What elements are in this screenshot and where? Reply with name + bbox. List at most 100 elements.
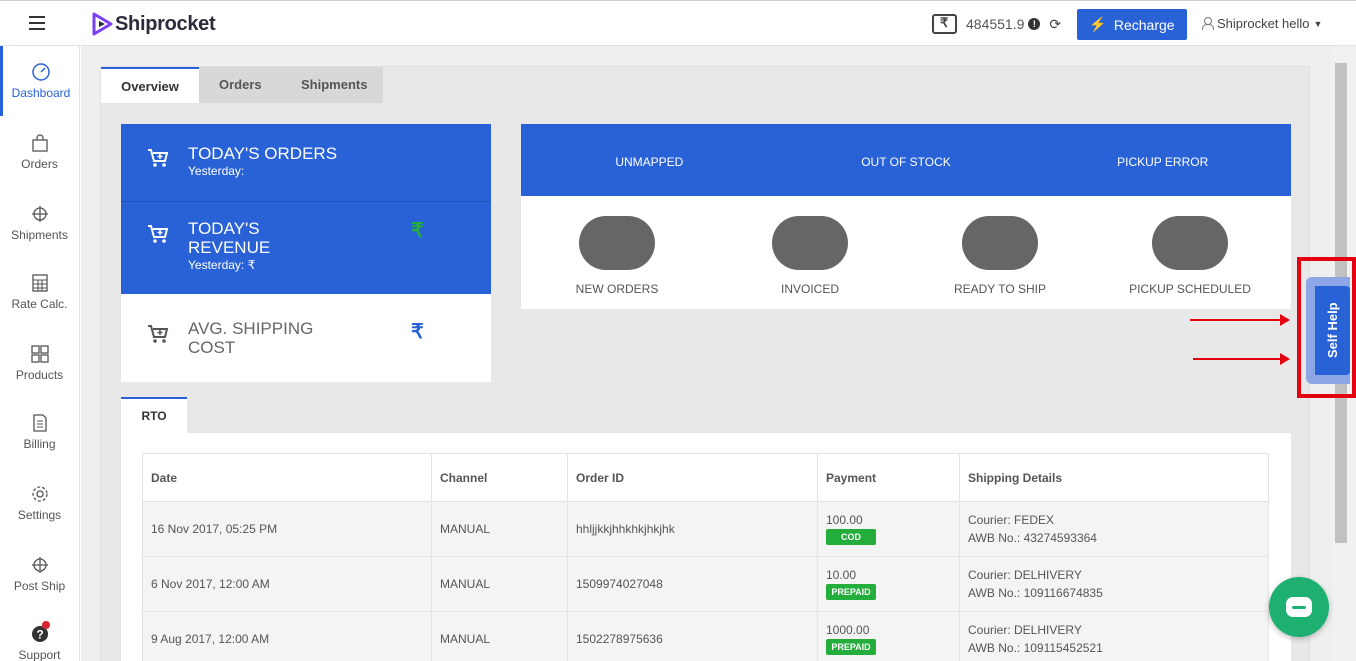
column-header-payment: Payment	[817, 453, 960, 502]
courier-name: Courier: DELHIVERY	[968, 568, 1082, 582]
status-badge: PREPAID	[826, 639, 876, 655]
tab-rto[interactable]: RTO	[121, 397, 187, 434]
table-row[interactable]: 6 Nov 2017, 12:00 AM MANUAL 150997402704…	[142, 556, 1269, 612]
info-icon[interactable]: !	[1028, 18, 1041, 30]
tab-overview[interactable]: Overview	[101, 67, 199, 103]
sidebar-item-label: Support	[18, 648, 61, 661]
sidebar-item-dashboard[interactable]: Dashboard	[0, 46, 79, 116]
revenue-title-line1: TODAY'S	[188, 219, 260, 238]
cell-channel: MANUAL	[431, 556, 568, 612]
cell-order-id[interactable]: 1502278975636	[567, 611, 818, 661]
notification-dot	[42, 621, 50, 629]
cell-shipping-details: Courier: FEDEX AWB No.: 43274593364	[959, 501, 1269, 557]
top-header: Shiprocket 484551.9 ! ⟳ ⚡ Recharge Shipr…	[0, 0, 1356, 46]
cell-date: 6 Nov 2017, 12:00 AM	[142, 556, 432, 612]
column-header-shipping-details: Shipping Details	[959, 453, 1269, 502]
sidebar-item-label: Billing	[23, 437, 56, 451]
pickup-scheduled-label: PICKUP SCHEDULED	[1129, 282, 1251, 296]
status-badge: PREPAID	[826, 584, 876, 600]
sidebar-item-shipments[interactable]: Shipments	[0, 188, 79, 258]
recharge-button[interactable]: ⚡ Recharge	[1077, 9, 1187, 40]
cell-payment: 10.00 PREPAID	[817, 556, 960, 612]
chat-button[interactable]	[1269, 577, 1329, 637]
wallet-balance: 484551.9	[966, 16, 1025, 32]
new-orders-pill[interactable]	[579, 216, 655, 270]
sidebar-item-label: Shipments	[11, 228, 68, 242]
sidebar-item-products[interactable]: Products	[0, 328, 79, 398]
avg-shipping-title: AVG. SHIPPING COST	[188, 319, 313, 357]
user-menu[interactable]: Shiprocket hello ▼	[1201, 16, 1322, 31]
table-row[interactable]: 16 Nov 2017, 05:25 PM MANUAL hhljjkkjhhk…	[142, 501, 1269, 557]
payment-amount: 1000.00	[826, 623, 870, 637]
grid-icon	[30, 345, 49, 363]
sidebar-item-label: Settings	[17, 508, 62, 522]
sidebar-item-rate-calc[interactable]: Rate Calc.	[0, 257, 79, 327]
payment-amount: 10.00	[826, 568, 857, 582]
status-pickup-error[interactable]: PICKUP ERROR	[1034, 124, 1291, 196]
wallet: 484551.9 ! ⟳	[932, 14, 1061, 34]
cell-date: 9 Aug 2017, 12:00 AM	[142, 611, 432, 661]
avg-shipping-line1: AVG. SHIPPING	[188, 319, 314, 338]
crosshair-icon	[31, 557, 48, 573]
cell-order-id[interactable]: 1509974027048	[567, 556, 818, 612]
refresh-icon[interactable]: ⟳	[1049, 16, 1061, 33]
courier-name: Courier: DELHIVERY	[968, 623, 1082, 637]
sidebar-item-settings[interactable]: Settings	[0, 468, 79, 538]
cell-shipping-details: Courier: DELHIVERY AWB No.: 109115452521	[959, 611, 1269, 661]
status-out-of-stock[interactable]: OUT OF STOCK	[778, 124, 1035, 196]
user-name: Shiprocket hello	[1217, 16, 1310, 31]
payment-amount: 100.00	[826, 513, 863, 527]
awb-number: AWB No.: 109115452521	[968, 641, 1103, 655]
sidebar-item-billing[interactable]: Billing	[0, 397, 79, 467]
lightning-icon: ⚡	[1089, 16, 1107, 32]
invoiced-pill[interactable]	[772, 216, 848, 270]
revenue-title-line2: REVENUE	[188, 238, 271, 257]
table-row[interactable]: 9 Aug 2017, 12:00 AM MANUAL 150227897563…	[142, 611, 1269, 661]
todays-orders-card: TODAY'S ORDERS Yesterday:	[121, 124, 491, 202]
sidebar-item-label: Rate Calc.	[11, 297, 68, 311]
avg-shipping-line2: COST	[188, 338, 236, 357]
sidebar-item-support[interactable]: ? Support	[0, 608, 79, 661]
brand-name: Shiprocket	[115, 12, 216, 35]
sidebar-item-orders[interactable]: Orders	[0, 117, 79, 187]
sidebar-item-label: Orders	[21, 157, 58, 171]
cell-order-id[interactable]: hhljjkkjhhkhkjhkjhk	[567, 501, 818, 557]
cart-plus-icon	[148, 225, 169, 243]
table-header-row: Date Channel Order ID Payment Shipping D…	[142, 453, 1269, 502]
todays-orders-yesterday: Yesterday:	[188, 164, 245, 178]
hamburger-menu-icon[interactable]	[29, 16, 45, 30]
status-pill-grid: NEW ORDERS INVOICED READY TO SHIP PICKUP…	[521, 196, 1291, 309]
todays-revenue-yesterday: Yesterday: ₹	[188, 258, 256, 272]
sidebar-item-label: Products	[15, 368, 64, 382]
courier-name: Courier: FEDEX	[968, 513, 1055, 527]
order-status-box: UNMAPPED OUT OF STOCK PICKUP ERROR NEW O…	[521, 124, 1291, 309]
avg-shipping-card: AVG. SHIPPING COST ₹	[121, 294, 491, 382]
shiprocket-logo[interactable]: Shiprocket	[91, 12, 216, 36]
column-header-channel: Channel	[431, 453, 568, 502]
status-unmapped[interactable]: UNMAPPED	[521, 124, 778, 196]
wallet-icon	[932, 14, 957, 34]
sidebar-item-label: Post Ship	[13, 579, 66, 593]
tab-shipments[interactable]: Shipments	[281, 67, 383, 103]
sidebar-item-label: Dashboard	[11, 86, 71, 100]
awb-number: AWB No.: 109116674835	[968, 586, 1103, 600]
chat-bubble-icon	[1286, 597, 1312, 617]
annotation-arrow-icon	[1193, 353, 1290, 365]
column-header-order-id: Order ID	[567, 453, 818, 502]
cell-date: 16 Nov 2017, 05:25 PM	[142, 501, 432, 557]
tab-orders[interactable]: Orders	[199, 67, 281, 103]
pickup-scheduled-pill[interactable]	[1152, 216, 1228, 270]
dashboard-panel: Overview Orders Shipments TODAY'S ORDERS…	[100, 66, 1310, 661]
ready-to-ship-pill[interactable]	[962, 216, 1038, 270]
logo-play-icon	[92, 12, 113, 36]
awb-number: AWB No.: 43274593364	[968, 531, 1097, 545]
cell-shipping-details: Courier: DELHIVERY AWB No.: 109116674835	[959, 556, 1269, 612]
shopping-bag-icon	[31, 134, 48, 152]
todays-revenue-title: TODAY'S REVENUE	[188, 219, 270, 257]
sidebar-item-post-ship[interactable]: Post Ship	[0, 539, 79, 609]
cell-payment: 100.00 COD	[817, 501, 960, 557]
todays-orders-title: TODAY'S ORDERS	[188, 144, 338, 163]
status-header: UNMAPPED OUT OF STOCK PICKUP ERROR	[521, 124, 1291, 196]
calculator-icon	[31, 274, 48, 292]
cell-payment: 1000.00 PREPAID	[817, 611, 960, 661]
